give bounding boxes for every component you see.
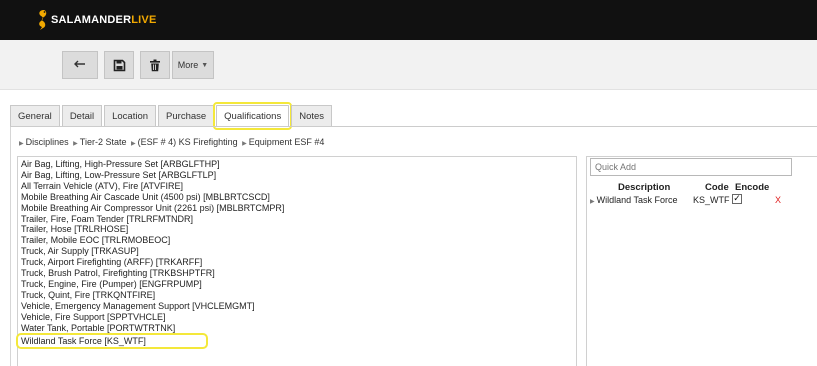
list-item[interactable]: Vehicle, Fire Support [SPPTVHCLE] — [21, 312, 573, 323]
breadcrumb-arrow-icon: ▶ — [73, 141, 78, 147]
column-header-encode: Encode — [735, 182, 770, 193]
list-item[interactable]: All Terrain Vehicle (ATV), Fire [ATVFIRE… — [21, 181, 573, 192]
list-item[interactable]: Water Tank, Portable [PORTWTRTNK] — [21, 323, 573, 334]
app-header: SALAMANDERLIVE — [0, 0, 817, 40]
list-item[interactable]: Mobile Breathing Air Compressor Unit (22… — [21, 203, 573, 214]
list-item-highlighted[interactable]: Wildland Task Force [KS_WTF] — [16, 332, 208, 350]
row-code: KS_WTF — [693, 195, 730, 205]
breadcrumb: ▶ Disciplines ▶ Tier-2 State ▶ (ESF # 4) KS… — [17, 137, 324, 147]
breadcrumb-arrow-icon: ▶ — [242, 141, 247, 147]
more-dropdown-button[interactable]: More ▼ — [172, 51, 214, 79]
list-item[interactable]: Truck, Air Supply [TRKASUP] — [21, 246, 573, 257]
quick-add-input[interactable] — [590, 158, 792, 176]
save-button[interactable] — [104, 51, 134, 79]
save-disk-icon — [113, 59, 125, 71]
tab-detail[interactable]: Detail — [61, 105, 103, 127]
equipment-list: Air Bag, Lifting, High-Pressure Set [ARB… — [16, 156, 577, 366]
list-item[interactable]: Truck, Engine, Fire (Pumper) [ENGFRPUMP] — [21, 279, 573, 290]
row-description-text: Wildland Task Force — [596, 195, 678, 205]
list-item[interactable]: Trailer, Fire, Foam Tender [TRLRFMTNDR] — [21, 214, 573, 225]
list-item[interactable]: Truck, Airport Firefighting (ARFF) [TRKA… — [21, 257, 573, 268]
row-description[interactable]: ▶ Wildland Task Force — [590, 195, 678, 205]
row-arrow-icon: ▶ — [590, 199, 595, 205]
breadcrumb-item[interactable]: (ESF # 4) KS Firefighting — [138, 137, 238, 147]
back-arrow-icon — [74, 60, 85, 68]
chevron-down-icon: ▼ — [201, 61, 209, 69]
list-item[interactable]: Truck, Quint, Fire [TRKQNTFIRE] — [21, 290, 573, 301]
back-button[interactable] — [62, 51, 98, 79]
list-item[interactable]: Truck, Brush Patrol, Firefighting [TRKBS… — [21, 268, 573, 279]
salamander-logo-icon — [39, 10, 47, 30]
delete-button[interactable] — [140, 51, 170, 79]
tab-bar: General Detail Location Purchase Qualifi… — [10, 102, 334, 130]
tab-location[interactable]: Location — [104, 105, 157, 127]
encode-checkbox[interactable]: ✓ — [732, 194, 742, 204]
logo-text: SALAMANDERLIVE — [51, 14, 157, 26]
list-item[interactable]: Mobile Breathing Air Cascade Unit (4500 … — [21, 192, 573, 203]
breadcrumb-item[interactable]: Tier-2 State — [80, 137, 127, 147]
breadcrumb-arrow-icon: ▶ — [130, 141, 136, 147]
list-item[interactable]: Trailer, Hose [TRLRHOSE] — [21, 224, 573, 235]
breadcrumb-item[interactable]: Equipment ESF #4 — [249, 137, 325, 147]
qualifications-panel: ▶ Disciplines ▶ Tier-2 State ▶ (ESF # 4) KS… — [10, 127, 817, 366]
tab-qualifications[interactable]: Qualifications — [213, 102, 293, 130]
toolbar: More ▼ — [0, 40, 817, 90]
list-item[interactable]: Trailer, Mobile EOC [TRLRMOBEOC] — [21, 235, 573, 246]
breadcrumb-item[interactable]: Disciplines — [26, 137, 69, 147]
more-label: More — [177, 60, 199, 70]
column-header-description: Description — [618, 182, 671, 193]
list-item[interactable]: Vehicle, Emergency Management Support [V… — [21, 301, 573, 312]
tab-general[interactable]: General — [10, 105, 60, 127]
trash-icon — [150, 59, 160, 71]
salamanderlive-logo[interactable]: SALAMANDERLIVE — [34, 9, 156, 31]
selected-qualifications-panel: Description Code Encode ▶Wildland Task F… — [586, 156, 817, 366]
breadcrumb-arrow-icon: ▶ — [19, 141, 24, 147]
tab-purchase[interactable]: Purchase — [158, 105, 215, 127]
column-header-code: Code — [705, 182, 729, 193]
remove-qualification-button[interactable]: X — [775, 195, 781, 205]
list-item[interactable]: Air Bag, Lifting, High-Pressure Set [ARB… — [21, 159, 573, 170]
list-item[interactable]: Air Bag, Lifting, Low-Pressure Set [ARBG… — [21, 170, 573, 181]
tab-notes[interactable]: Notes — [291, 105, 333, 127]
